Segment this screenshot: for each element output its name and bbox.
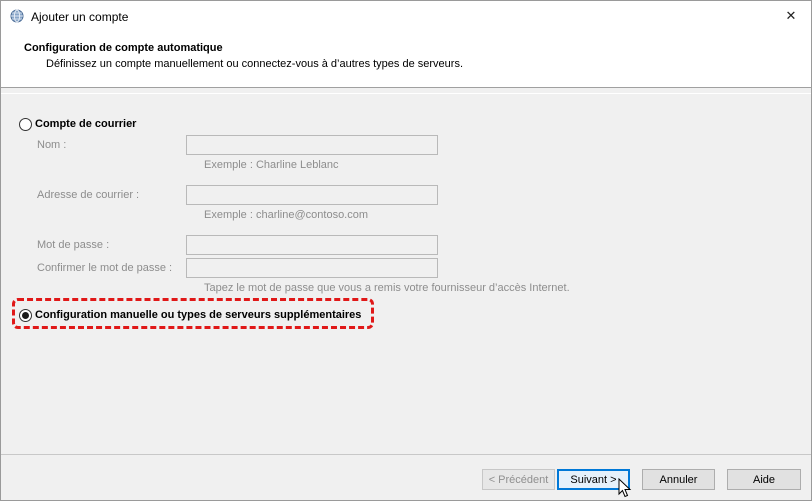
- name-hint: Exemple : Charline Leblanc: [204, 159, 339, 171]
- confirm-password-label: Confirmer le mot de passe :: [37, 262, 173, 274]
- add-account-dialog: Ajouter un compte ✕ Configuration de com…: [0, 0, 812, 501]
- email-account-label[interactable]: Compte de courrier: [35, 118, 136, 130]
- previous-button[interactable]: < Précédent: [482, 469, 555, 490]
- title-bar: Ajouter un compte ✕: [1, 1, 811, 32]
- mouse-cursor-icon: [618, 478, 632, 498]
- dialog-header: Configuration de compte automatique Défi…: [1, 32, 811, 88]
- cancel-button[interactable]: Annuler: [642, 469, 715, 490]
- manual-config-radio[interactable]: [19, 309, 32, 322]
- email-hint: Exemple : charline@contoso.com: [204, 209, 369, 221]
- outlook-globe-icon: [10, 9, 24, 23]
- header-subtitle: Définissez un compte manuellement ou con…: [46, 58, 463, 70]
- email-label: Adresse de courrier :: [37, 189, 140, 201]
- password-hint: Tapez le mot de passe que vous a remis v…: [204, 282, 570, 294]
- help-button[interactable]: Aide: [727, 469, 801, 490]
- password-input[interactable]: [186, 235, 438, 255]
- password-label: Mot de passe :: [37, 239, 110, 251]
- name-input[interactable]: [186, 135, 438, 155]
- header-title: Configuration de compte automatique: [24, 42, 223, 54]
- email-account-radio[interactable]: [19, 118, 32, 131]
- window-title: Ajouter un compte: [31, 10, 129, 24]
- manual-config-label[interactable]: Configuration manuelle ou types de serve…: [35, 309, 361, 321]
- radio-selected-dot: [22, 312, 29, 319]
- confirm-password-input[interactable]: [186, 258, 438, 278]
- name-label: Nom :: [37, 139, 67, 151]
- email-input[interactable]: [186, 185, 438, 205]
- close-icon: ✕: [785, 8, 797, 23]
- footer-separator: [1, 454, 811, 455]
- close-button[interactable]: ✕: [771, 1, 811, 31]
